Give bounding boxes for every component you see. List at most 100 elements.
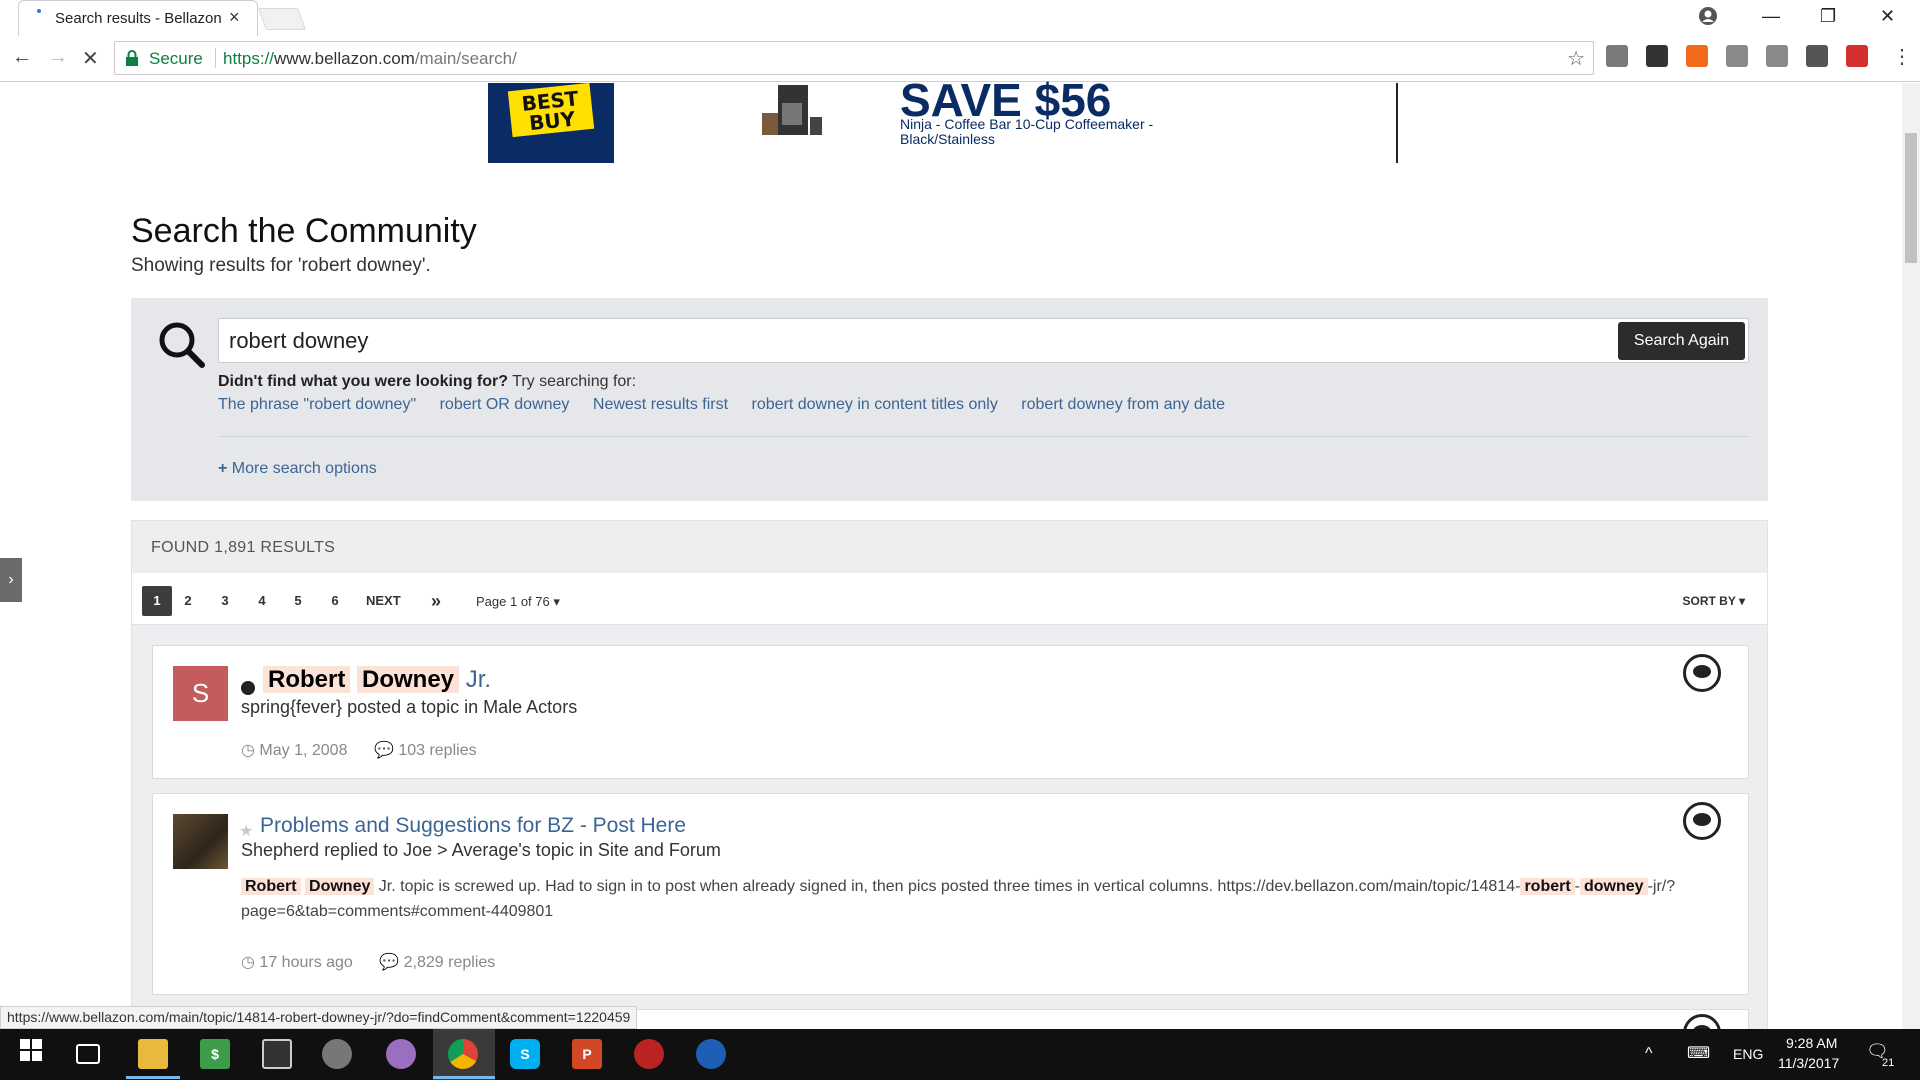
result-title[interactable]: Robert Downey Jr. (263, 666, 491, 694)
clock-date[interactable]: 11/3/2017 (1778, 1055, 1839, 1071)
extension-chart-icon[interactable] (1686, 45, 1708, 67)
forward-icon[interactable]: → (48, 46, 68, 69)
extension-abp-icon[interactable] (1766, 45, 1788, 67)
replies-text: 2,829 replies (403, 954, 496, 971)
skype-icon[interactable]: S (510, 1039, 540, 1069)
extension-gear-icon[interactable] (1726, 45, 1748, 67)
avatar[interactable] (173, 814, 228, 869)
sidebar-toggle-chevron-icon[interactable]: › (0, 558, 22, 602)
extension-globe-icon[interactable] (1806, 45, 1828, 67)
alternative-searches: The phrase "robert downey" robert OR dow… (218, 396, 1244, 414)
results-count: FOUND 1,891 RESULTS (151, 539, 336, 556)
snippet-highlight: robert (1520, 878, 1575, 895)
terminal-icon[interactable] (262, 1039, 292, 1069)
minimize-icon[interactable]: — (1762, 6, 1780, 27)
profile-icon[interactable] (1698, 6, 1718, 31)
url-path: /main/search/ (414, 49, 517, 68)
page-5[interactable]: 5 (283, 586, 313, 616)
bookmark-star-icon[interactable]: ☆ (1567, 46, 1585, 71)
back-icon[interactable]: ← (12, 46, 32, 69)
page-subtitle: Showing results for 'robert downey'. (131, 255, 431, 276)
sort-by[interactable]: SORT BY ▾ (1683, 594, 1746, 608)
url-scheme: https:// (223, 49, 275, 68)
alt-search-phrase[interactable]: The phrase "robert downey" (218, 396, 416, 413)
paint-app-icon[interactable] (386, 1039, 416, 1069)
url-host: www.bellazon.com (274, 49, 415, 68)
result-byline: Shepherd replied to Joe > Average's topi… (241, 840, 721, 860)
alt-search-titles[interactable]: robert downey in content titles only (751, 396, 997, 413)
stop-icon[interactable]: ✕ (82, 46, 99, 71)
address-bar[interactable]: Secure https://www.bellazon.com/main/sea… (114, 41, 1594, 75)
sort-label: SORT BY (1682, 594, 1736, 608)
app-icon[interactable] (634, 1039, 664, 1069)
file-explorer-icon[interactable] (138, 1039, 168, 1069)
page-scrollbar[interactable] (1902, 83, 1920, 1029)
more-search-options[interactable]: + More search options (218, 460, 377, 478)
scroll-thumb[interactable] (1905, 133, 1917, 263)
search-hint-rest: Try searching for: (508, 373, 637, 390)
app-icon[interactable] (696, 1039, 726, 1069)
alt-search-or[interactable]: robert OR downey (440, 396, 570, 413)
clock-icon: ◷ (241, 954, 255, 971)
extension-sa-icon[interactable] (1606, 45, 1628, 67)
chrome-icon[interactable] (448, 1039, 478, 1069)
last-page[interactable]: » (421, 586, 451, 616)
alt-search-any-date[interactable]: robert downey from any date (1021, 396, 1225, 413)
tab-close-icon[interactable]: × (229, 7, 240, 28)
result-replies: 💬 103 replies (374, 742, 477, 759)
powerpoint-icon[interactable]: P (572, 1039, 602, 1069)
ad-banner[interactable]: BEST BUY SAVE $56 Ninja - Coffee Bar 10-… (488, 74, 1398, 163)
search-hint: Didn't find what you were looking for? T… (218, 373, 636, 391)
url-text[interactable]: https://www.bellazon.com/main/search/ (223, 49, 517, 69)
close-window-icon[interactable]: ✕ (1880, 6, 1895, 27)
page-6[interactable]: 6 (320, 586, 350, 616)
search-again-button[interactable]: Search Again (1618, 322, 1745, 360)
loading-icon (37, 9, 41, 13)
comment-icon: 💬 (373, 742, 394, 759)
keyboard-icon[interactable]: ⌨ (1687, 1043, 1710, 1063)
language-indicator[interactable]: ENG (1733, 1046, 1763, 1062)
spreadsheet-app-icon[interactable]: $ (200, 1039, 230, 1069)
date-text: 17 hours ago (259, 954, 353, 971)
mouse-app-icon[interactable] (322, 1039, 352, 1069)
snippet-highlight: Robert (241, 878, 301, 895)
page-3[interactable]: 3 (210, 586, 240, 616)
tray-chevron-icon[interactable]: ^ (1645, 1045, 1653, 1063)
ad-border (1396, 83, 1398, 163)
browser-tab[interactable]: Search results - Bellazon × (18, 0, 258, 36)
result-meta: ◷ May 1, 2008 💬 103 replies (241, 740, 499, 760)
next-page[interactable]: NEXT (366, 586, 401, 616)
new-tab-button[interactable] (257, 8, 307, 30)
topic-type-icon (1683, 802, 1721, 840)
page-2[interactable]: 2 (173, 586, 203, 616)
result-title[interactable]: Problems and Suggestions for BZ - Post H… (260, 814, 686, 838)
clock-time[interactable]: 9:28 AM (1786, 1035, 1837, 1051)
extension-badge-icon[interactable] (1846, 45, 1868, 67)
menu-icon[interactable]: ⋮ (1892, 44, 1912, 69)
restore-icon[interactable]: ❐ (1820, 6, 1836, 27)
secure-label: Secure (149, 49, 203, 68)
alt-search-newest[interactable]: Newest results first (593, 396, 728, 413)
title-text: Problems and Suggestions for BZ - Post H… (260, 814, 687, 837)
app-running-indicator (126, 1076, 180, 1079)
page-4[interactable]: 4 (247, 586, 277, 616)
result-byline: spring{fever} posted a topic in Male Act… (241, 697, 578, 717)
page-jump[interactable]: Page 1 of 76 ▾ (476, 594, 560, 610)
snippet-highlight: downey (1580, 878, 1648, 895)
title-highlight: Downey (357, 666, 460, 693)
result-replies: 💬 2,829 replies (379, 954, 495, 971)
extension-m-icon[interactable] (1646, 45, 1668, 67)
page-1[interactable]: 1 (142, 586, 172, 616)
result-card: S Robert Downey Jr. spring{fever} posted… (152, 645, 1749, 779)
task-view-icon[interactable] (76, 1044, 100, 1064)
tab-title: Search results - Bellazon (55, 10, 222, 27)
windows-start-icon[interactable] (16, 1039, 46, 1069)
caret-down-icon: ▾ (553, 594, 560, 609)
topic-type-icon (1683, 654, 1721, 692)
avatar[interactable]: S (173, 666, 228, 721)
coffeemaker-image (762, 85, 822, 135)
clock-icon: ◷ (241, 742, 255, 759)
search-input[interactable] (229, 327, 1529, 355)
notification-count: 21 (1882, 1057, 1895, 1069)
tab-strip: Search results - Bellazon × — ❐ ✕ (0, 0, 1920, 36)
